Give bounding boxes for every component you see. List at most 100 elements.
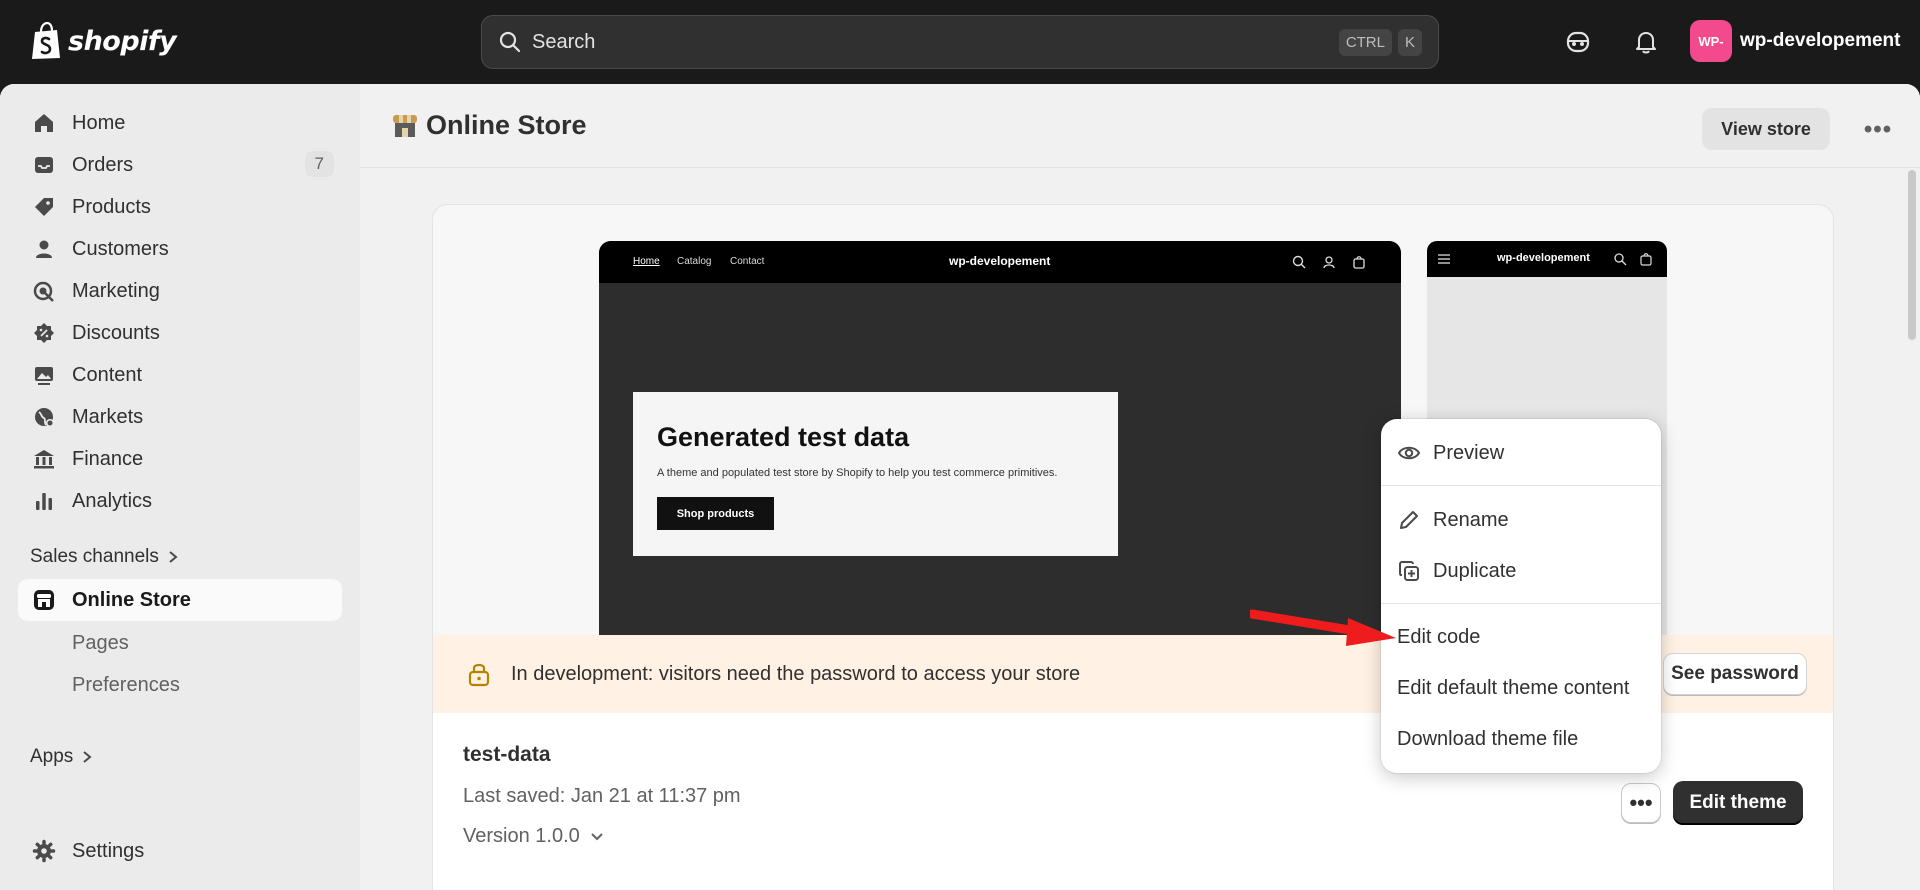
account-menu[interactable]: WP- wp-developement <box>1690 20 1900 62</box>
sidebar-item-products[interactable]: Products <box>18 186 342 228</box>
search-icon <box>1614 253 1627 266</box>
menu-item-edit-code[interactable]: Edit code <box>1397 626 1480 649</box>
sidebar-item-online-store[interactable]: Online Store <box>18 579 342 621</box>
menu-item-rename[interactable]: Rename <box>1397 508 1509 532</box>
orders-count-badge: 7 <box>304 151 334 177</box>
lock-icon <box>468 663 490 687</box>
menu-item-edit-default-theme-content[interactable]: Edit default theme content <box>1397 677 1629 700</box>
sidebar-item-label: Settings <box>72 839 145 862</box>
view-store-button[interactable]: View store <box>1702 108 1830 150</box>
avatar: WP- <box>1690 20 1732 62</box>
menu-item-label: Edit code <box>1397 626 1481 648</box>
sidebar-item-label: Online Store <box>72 588 191 611</box>
shortcut-ctrl: CTRL <box>1338 28 1392 56</box>
sidebar: Home Orders 7 Products Customers Marketi… <box>0 84 360 890</box>
theme-actions-button[interactable]: ••• <box>1621 783 1661 823</box>
red-arrow-annotation <box>1250 609 1396 646</box>
preview-hero-box: Generated test data A theme and populate… <box>633 392 1118 556</box>
bell-icon[interactable] <box>1632 28 1660 56</box>
sales-channels-header[interactable]: Sales channels <box>30 546 179 568</box>
sidebar-item-label: Markets <box>72 405 144 428</box>
sidebar-item-customers[interactable]: Customers <box>18 228 342 270</box>
menu-item-label: Preview <box>1433 441 1505 464</box>
shopify-logo[interactable]: shopify <box>30 22 177 60</box>
apps-header[interactable]: Apps <box>30 746 93 768</box>
preview-shop-button: Shop products <box>657 497 774 530</box>
online-store-icon <box>393 114 417 137</box>
bank-icon <box>34 450 54 469</box>
sidebar-item-settings[interactable]: Settings <box>18 830 342 872</box>
sidebar-item-label: Orders <box>72 153 134 176</box>
sales-channels-label: Sales channels <box>30 546 159 567</box>
menu-item-label: Edit default theme content <box>1397 677 1630 699</box>
menu-item-duplicate[interactable]: Duplicate <box>1397 559 1516 583</box>
theme-actions-menu: Preview Rename Duplicate Edit code Edit … <box>1381 419 1661 773</box>
sidebar-item-content[interactable]: Content <box>18 354 342 396</box>
theme-version-dropdown[interactable]: Version 1.0.0 <box>463 825 604 848</box>
page-title-group: Online Store <box>390 110 587 141</box>
sidebar-subitem-pages[interactable]: Pages <box>72 632 129 655</box>
hamburger-icon <box>1438 254 1450 264</box>
main-content: Online Store View store ••• Home Catalog… <box>360 84 1920 890</box>
cart-icon <box>1640 253 1652 266</box>
preview-hero-subtitle: A theme and populated test store by Shop… <box>657 467 1058 479</box>
sidebar-item-discounts[interactable]: Discounts <box>18 312 342 354</box>
globe-icon <box>35 408 54 427</box>
theme-name: test-data <box>463 743 551 766</box>
desktop-preview: Home Catalog Contact wp-developement Gen… <box>599 241 1401 635</box>
menu-item-label: Download theme file <box>1397 728 1579 750</box>
inbox-icon <box>35 157 53 173</box>
shopify-bag-icon <box>32 22 60 59</box>
mobile-preview-brand: wp-developement <box>1497 252 1590 264</box>
sidebar-item-orders[interactable]: Orders 7 <box>18 144 342 186</box>
apps-label: Apps <box>30 746 74 767</box>
preview-nav-home: Home <box>633 256 660 267</box>
pencil-icon <box>1400 511 1418 529</box>
bar-chart-icon <box>36 493 52 510</box>
search-icon <box>1292 255 1306 269</box>
sidebar-item-finance[interactable]: Finance <box>18 438 342 480</box>
preview-header: Home Catalog Contact wp-developement <box>599 241 1401 283</box>
menu-item-label: Rename <box>1433 508 1509 531</box>
chevron-right-icon <box>83 751 92 763</box>
tag-icon <box>35 198 53 216</box>
sidebar-item-label: Finance <box>72 447 144 470</box>
page-title: Online Store <box>426 110 587 140</box>
sidebar-item-home[interactable]: Home <box>18 102 342 144</box>
theme-last-saved: Last saved: Jan 21 at 11:37 pm <box>463 785 741 807</box>
preview-nav-contact: Contact <box>730 256 765 267</box>
sidebar-item-label: Analytics <box>72 489 153 512</box>
sidebar-item-label: Marketing <box>72 279 160 302</box>
sidebar-item-label: Content <box>72 363 143 386</box>
sidebar-item-label: Home <box>72 111 126 134</box>
menu-item-download-theme-file[interactable]: Download theme file <box>1397 728 1578 751</box>
search-bar[interactable]: Search CTRL K <box>481 15 1439 69</box>
development-banner-text: In development: visitors need the passwo… <box>511 663 1081 685</box>
menu-item-preview[interactable]: Preview <box>1397 441 1504 465</box>
more-actions-button[interactable]: ••• <box>1860 112 1896 148</box>
sidebar-item-markets[interactable]: Markets <box>18 396 342 438</box>
search-placeholder[interactable]: Search <box>532 31 1333 54</box>
theme-version-label: Version 1.0.0 <box>463 825 580 847</box>
sidebar-item-label: Customers <box>72 237 169 260</box>
menu-divider <box>1381 603 1661 604</box>
sidebar-subitem-preferences[interactable]: Preferences <box>72 674 180 697</box>
search-icon <box>499 31 521 53</box>
store-name: wp-developement <box>1740 30 1901 51</box>
sidebar-item-label: Discounts <box>72 321 160 344</box>
sidebar-item-marketing[interactable]: Marketing <box>18 270 342 312</box>
sidekick-icon[interactable] <box>1564 28 1592 56</box>
online-store-icon <box>34 590 54 610</box>
see-password-button[interactable]: See password <box>1663 653 1807 695</box>
image-icon <box>35 367 53 385</box>
discount-icon <box>34 323 54 343</box>
edit-theme-button[interactable]: Edit theme <box>1673 781 1803 825</box>
page-scrollbar[interactable] <box>1908 170 1916 340</box>
cart-icon <box>1353 256 1365 269</box>
account-icon <box>1323 256 1335 269</box>
sidebar-item-analytics[interactable]: Analytics <box>18 480 342 522</box>
shortcut-k: K <box>1397 28 1422 56</box>
person-icon <box>36 240 52 258</box>
top-bar: shopify Search CTRL K WP- wp-developemen… <box>0 0 1920 84</box>
menu-item-label: Duplicate <box>1433 559 1517 582</box>
